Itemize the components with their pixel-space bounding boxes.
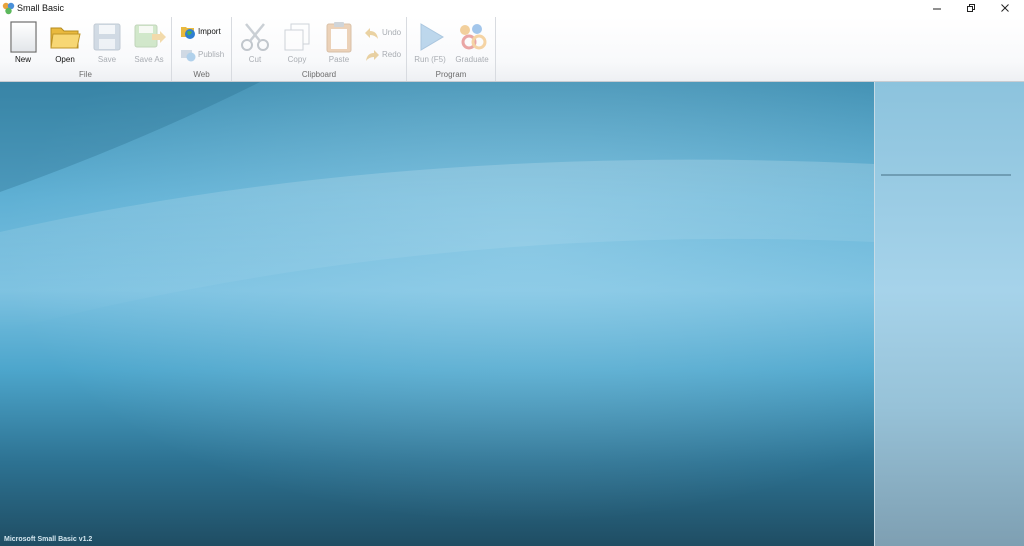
ribbon-toolbar: New Open Save Save As File Import Publis… (0, 17, 1024, 82)
minimize-button[interactable] (920, 0, 954, 17)
background-swoosh (0, 82, 874, 546)
blank-document-icon (10, 21, 37, 53)
graduate-icon (460, 24, 487, 50)
program-group-label: Program (435, 70, 467, 79)
copy-icon (284, 23, 310, 51)
program-group: Run (F5) Graduate Program (407, 17, 496, 81)
file-group-label: File (79, 70, 92, 79)
cut-label: Cut (248, 55, 262, 64)
clipboard-group-label: Clipboard (301, 70, 337, 79)
file-group: New Open Save Save As File (0, 17, 172, 81)
help-side-panel (874, 82, 1024, 546)
open-label: Open (55, 55, 75, 64)
redo-arrow-icon (366, 50, 379, 61)
save-as-label: Save As (134, 55, 164, 64)
publish-label: Publish (198, 50, 225, 59)
side-panel-divider (881, 174, 1011, 176)
run-button[interactable]: Run (F5) (410, 20, 450, 64)
run-label: Run (F5) (414, 55, 446, 64)
floppy-disk-icon (93, 23, 121, 51)
scissors-icon (241, 23, 269, 51)
graduate-button[interactable]: Graduate (452, 20, 492, 64)
web-group: Import Publish Web (172, 17, 232, 81)
open-button[interactable]: Open (45, 20, 85, 64)
folder-icon (50, 27, 81, 49)
clipboard-icon (326, 22, 352, 53)
window-title: Small Basic (17, 3, 65, 13)
floppy-arrow-icon (134, 24, 166, 48)
paste-button[interactable]: Paste (319, 20, 359, 64)
restore-icon (967, 4, 975, 12)
save-as-button[interactable]: Save As (129, 20, 169, 64)
play-triangle-icon (420, 23, 444, 51)
small-basic-logo-icon (2, 2, 15, 15)
undo-label: Undo (382, 28, 402, 37)
editor-workspace[interactable]: Microsoft Small Basic v1.2 (0, 82, 874, 546)
copy-button[interactable]: Copy (277, 20, 317, 64)
title-bar: Small Basic (0, 0, 1024, 17)
globe-monitor-icon (181, 50, 196, 62)
graduate-label: Graduate (455, 55, 489, 64)
new-label: New (14, 55, 31, 64)
undo-arrow-icon (365, 28, 378, 39)
redo-label: Redo (382, 50, 402, 59)
new-button[interactable]: New (3, 20, 43, 64)
web-group-label: Web (193, 70, 210, 79)
version-label: Microsoft Small Basic v1.2 (4, 536, 93, 543)
cut-button[interactable]: Cut (235, 20, 275, 64)
copy-label: Copy (287, 55, 307, 64)
globe-folder-icon (181, 27, 195, 39)
save-button[interactable]: Save (87, 20, 127, 64)
close-icon (1001, 4, 1009, 12)
import-label: Import (198, 27, 221, 36)
restore-button[interactable] (954, 0, 988, 17)
paste-label: Paste (328, 55, 350, 64)
minimize-icon (933, 8, 941, 10)
save-label: Save (97, 55, 117, 64)
clipboard-group: Cut Copy Paste Undo Redo Clipboard (232, 17, 407, 81)
close-button[interactable] (988, 0, 1022, 17)
